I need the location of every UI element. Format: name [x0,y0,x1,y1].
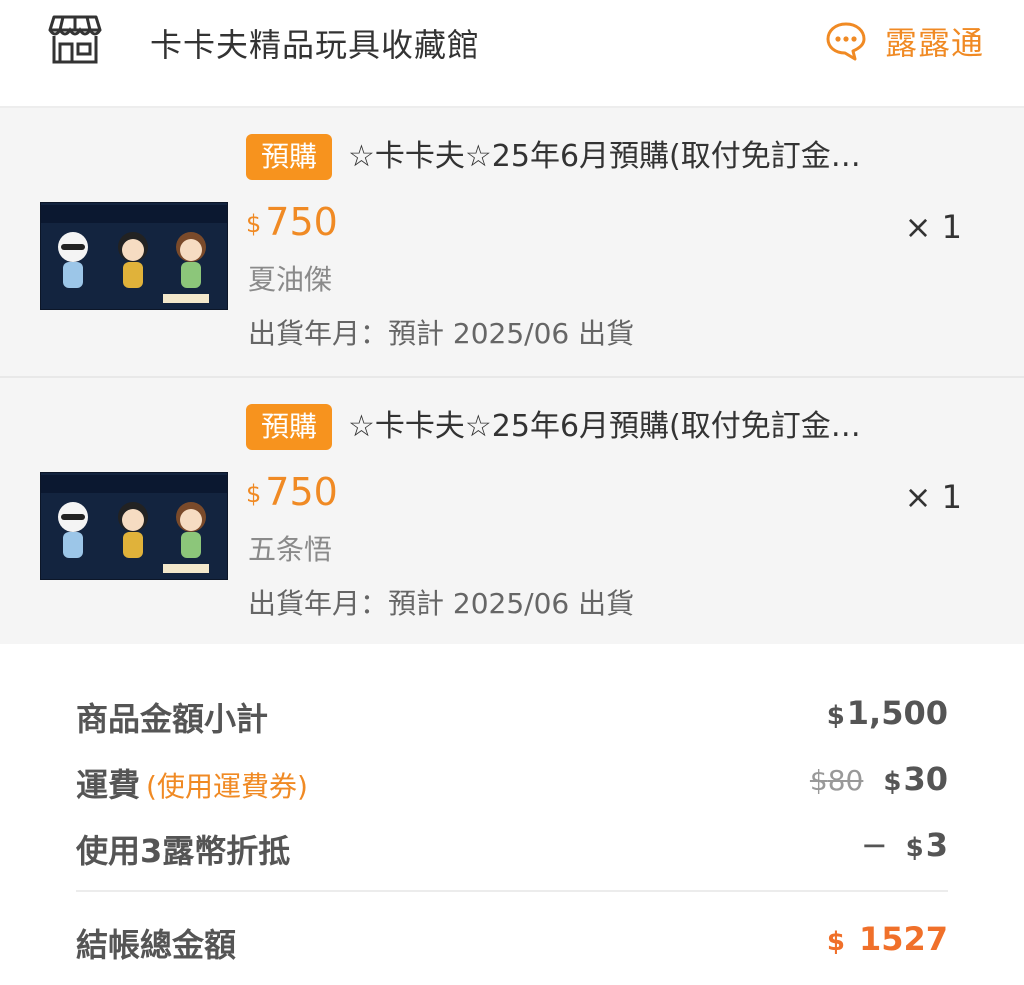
plush-figure-black-hair [118,502,148,558]
cart-item[interactable]: 預購 ☆卡卡夫☆25年6月預購(取付免訂金… $750 × 1 五条悟 出貨年月… [0,376,1024,644]
item-title[interactable]: ☆卡卡夫☆25年6月預購(取付免訂金… [348,134,918,180]
thumbnail-banner [41,205,227,223]
store-name[interactable]: 卡卡夫精品玩具收藏館 [150,20,480,66]
cart-item[interactable]: 預購 ☆卡卡夫☆25年6月預購(取付免訂金… $750 × 1 夏油傑 出貨年月… [0,108,1024,376]
shipping-row: 運費 (使用運費券) $80 $30 [76,746,948,812]
item-ship-date: 出貨年月：預計 2025/06 出貨 [248,317,635,350]
subtotal-label: 商品金額小計 [76,700,269,738]
item-price: $750 [246,470,338,514]
order-summary: 商品金額小計 $1,500 運費 (使用運費券) $80 $30 使用3露幣折抵 −… [0,644,1024,972]
chat-bubble-icon [826,22,866,61]
item-quantity: × 1 [904,208,962,246]
plush-figure-brown-hair [176,232,206,288]
thumbnail-price-strip [163,564,209,573]
currency-symbol: $ [246,210,262,238]
total-label: 結帳總金額 [76,926,237,964]
thumbnail-price-strip [163,294,209,303]
coin-discount-row: 使用3露幣折抵 − $3 [76,812,948,878]
coin-discount-value: − $3 [860,826,948,864]
coin-discount-label: 使用3露幣折抵 [76,832,291,870]
item-quantity: × 1 [904,478,962,516]
item-variant: 夏油傑 [248,263,333,296]
item-ship-date: 出貨年月：預計 2025/06 出貨 [248,587,635,620]
price-value: 750 [265,200,338,244]
total-row: 結帳總金額 $1527 [76,906,948,972]
product-thumbnail[interactable] [40,202,228,310]
price-value: 750 [265,470,338,514]
product-thumbnail[interactable] [40,472,228,580]
item-variant: 五条悟 [248,533,333,566]
subtotal-value: $1,500 [826,694,948,732]
plush-figure-black-hair [118,232,148,288]
total-value: $1527 [826,920,948,958]
item-title[interactable]: ☆卡卡夫☆25年6月預購(取付免訂金… [348,404,918,450]
store-icon[interactable] [48,14,102,66]
thumbnail-banner [41,475,227,493]
preorder-badge: 預購 [246,134,332,180]
shop-header: 卡卡夫精品玩具收藏館 露露通 [0,0,1024,108]
plush-figure-brown-hair [176,502,206,558]
summary-divider [76,890,948,892]
item-price: $750 [246,200,338,244]
plush-figure-white-hair [58,502,88,558]
subtotal-row: 商品金額小計 $1,500 [76,680,948,746]
preorder-badge: 預購 [246,404,332,450]
plush-figure-white-hair [58,232,88,288]
shipping-original-price: $80 [809,764,864,797]
chat-label: 露露通 [884,24,984,62]
shipping-value: $80 $30 [809,760,948,798]
shipping-label: 運費 (使用運費券) [76,766,308,804]
shipping-coupon-note[interactable]: (使用運費券) [146,770,308,803]
currency-symbol: $ [246,480,262,508]
chat-button[interactable]: 露露通 [825,18,984,64]
